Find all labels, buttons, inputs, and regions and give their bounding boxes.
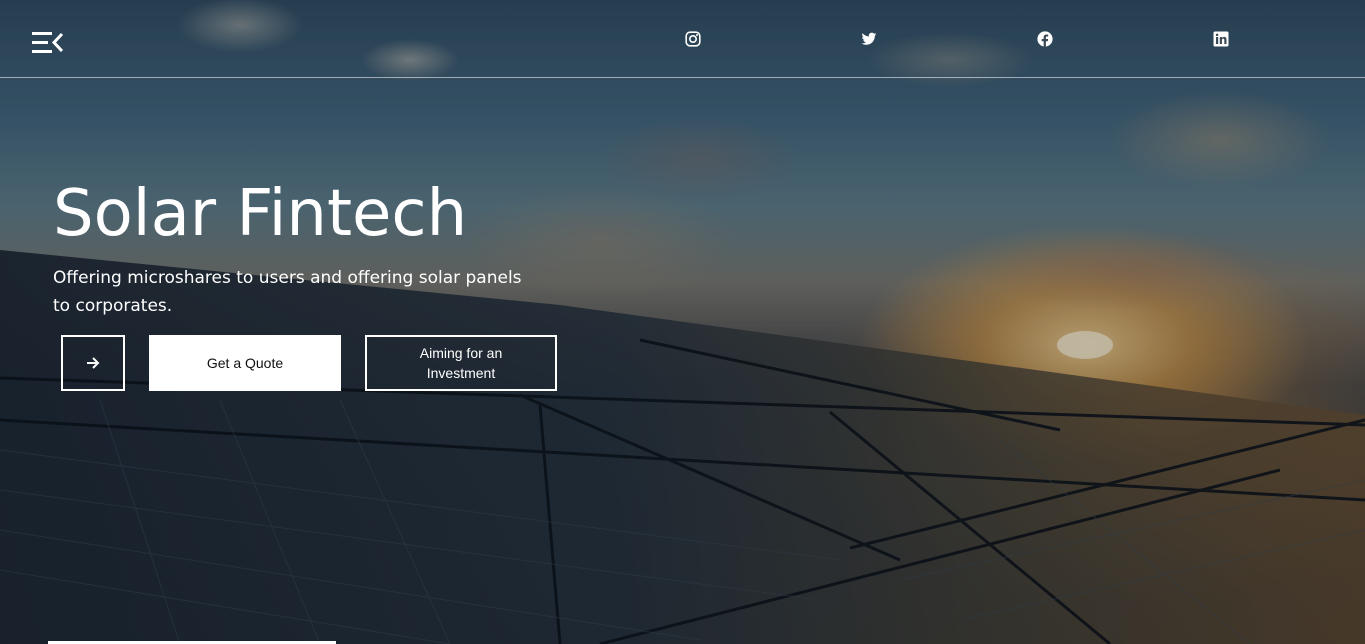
top-navigation-bar (0, 0, 1365, 78)
dark-overlay (0, 0, 1365, 644)
next-arrow-button[interactable] (61, 335, 125, 391)
hero-subtitle: Offering microshares to users and offeri… (53, 268, 522, 316)
facebook-icon[interactable] (1037, 31, 1053, 47)
get-quote-button[interactable]: Get a Quote (149, 335, 341, 391)
linkedin-icon[interactable] (1213, 31, 1229, 47)
instagram-icon[interactable] (685, 31, 701, 47)
menu-collapse-icon[interactable] (32, 31, 64, 55)
hero-title: Solar Fintech (53, 177, 468, 251)
investment-button[interactable]: Aiming for an Investment (365, 335, 557, 391)
hero-content: Solar Fintech Offering microshares to us… (53, 176, 573, 320)
arrow-right-icon (87, 357, 100, 369)
hero-section: Solar Fintech Offering microshares to us… (0, 0, 1365, 644)
twitter-icon[interactable] (861, 31, 877, 47)
